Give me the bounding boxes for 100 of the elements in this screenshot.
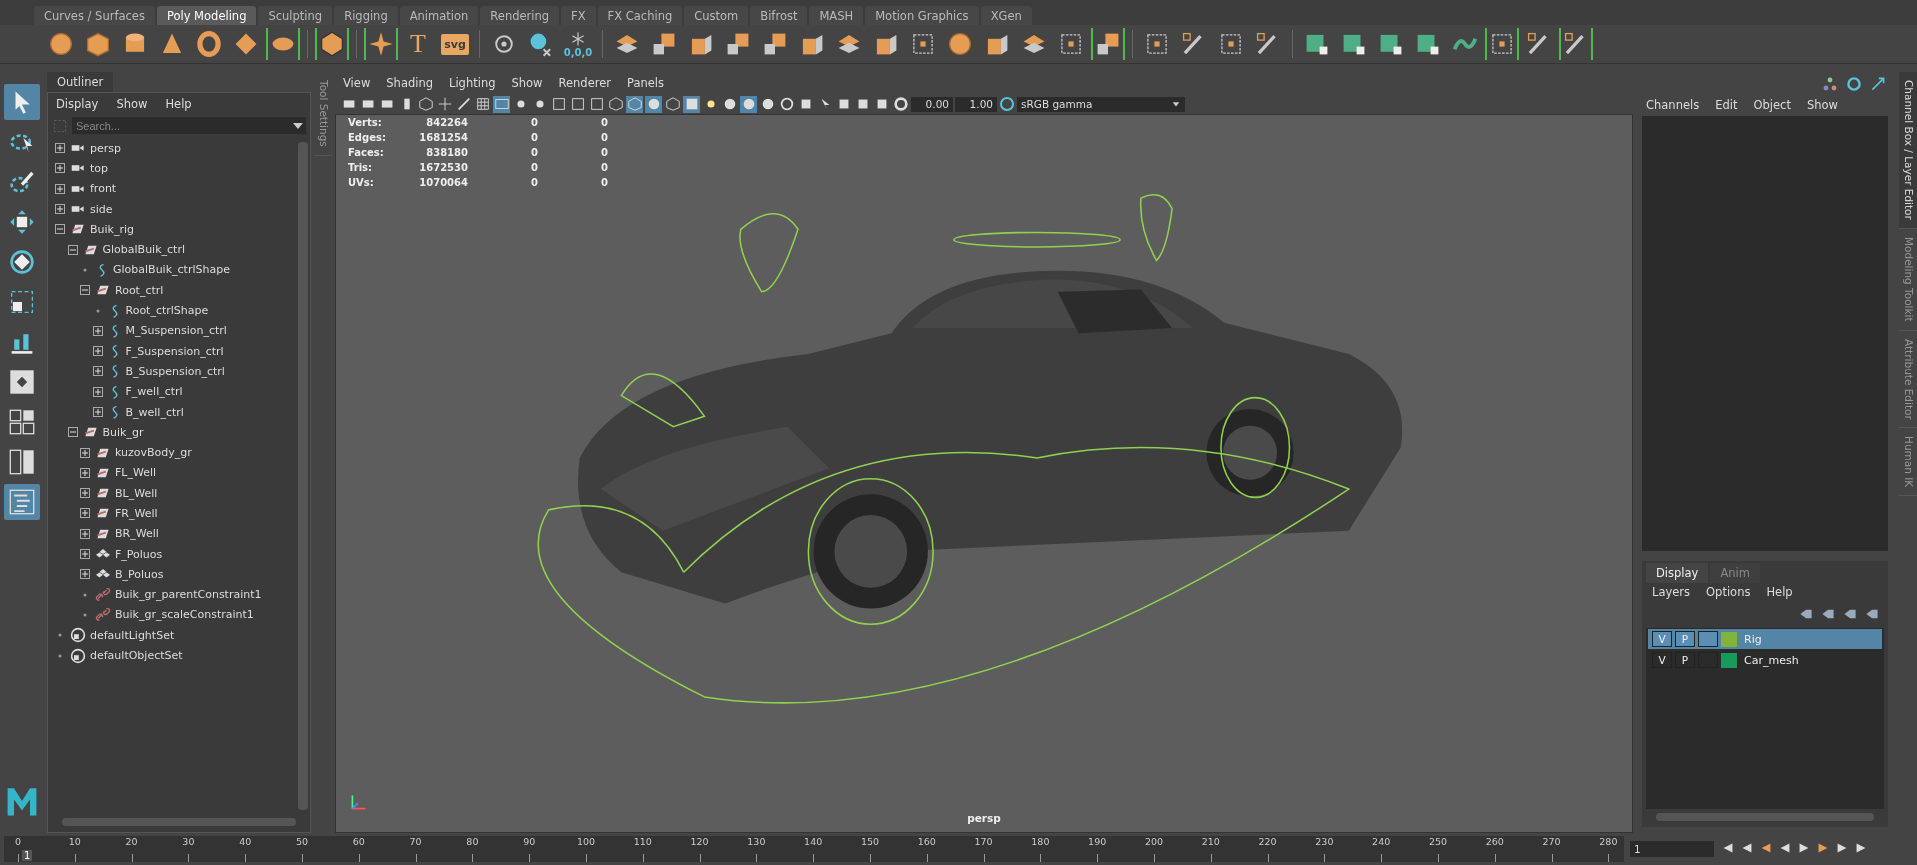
layer-tab[interactable]: Display (1646, 563, 1709, 583)
outliner-tab[interactable]: Outliner (47, 72, 114, 92)
shelf-tab[interactable]: XGen (980, 6, 1032, 25)
exposure-field[interactable]: 0.00 (911, 96, 953, 112)
outliner-item[interactable]: B_Poluos (115, 567, 164, 581)
outliner-item[interactable]: F_well_ctrl (125, 385, 183, 399)
search-field[interactable]: Search... (72, 117, 290, 134)
menu-item[interactable]: Edit (1715, 98, 1738, 112)
shelf-tab[interactable]: MASH (809, 6, 864, 25)
outliner-item[interactable]: Root_ctrl (115, 283, 164, 297)
outliner-item[interactable]: B_well_ctrl (125, 405, 184, 419)
shelf-tab[interactable]: Motion Graphics (865, 6, 979, 25)
outliner-item[interactable]: defaultObjectSet (90, 649, 183, 663)
shelf-tab[interactable]: Sculpting (258, 6, 333, 25)
menu-item[interactable]: Shading (386, 76, 433, 90)
display-type-toggle[interactable] (1698, 631, 1718, 647)
side-tab[interactable]: Channel Box / Layer Editor (1899, 72, 1917, 229)
viewport-tool-button[interactable] (588, 95, 605, 113)
viewport-tool-button[interactable] (474, 95, 491, 113)
expand-icon[interactable] (55, 163, 65, 174)
expand-icon[interactable] (80, 488, 90, 499)
outliner-item[interactable]: BR_Well (115, 527, 159, 541)
outliner-item[interactable]: BL_Well (115, 486, 158, 500)
viewport-tool-button[interactable] (626, 95, 643, 113)
menu-item[interactable]: Options (1706, 585, 1751, 599)
outliner-item[interactable]: F_Suspension_ctrl (125, 344, 224, 358)
outliner-item[interactable]: GlobalBuik_ctrl (102, 243, 185, 257)
menu-item[interactable]: Show (511, 76, 543, 90)
expand-icon[interactable] (55, 204, 65, 215)
menu-item[interactable]: Layers (1652, 585, 1691, 599)
menu-item[interactable]: Channels (1646, 98, 1700, 112)
outliner-item[interactable]: Buik_gr_parentConstraint1 (115, 588, 262, 602)
outliner-item[interactable]: Buik_gr_scaleConstraint1 (115, 608, 254, 622)
outliner-item[interactable]: Root_ctrlShape (125, 304, 209, 317)
expand-icon[interactable] (80, 569, 90, 580)
expand-icon[interactable] (80, 508, 90, 519)
expand-icon[interactable] (92, 366, 103, 377)
playback-toggle[interactable]: P (1675, 652, 1695, 668)
outliner-item[interactable]: front (90, 182, 117, 196)
outliner-item[interactable]: side (90, 202, 113, 216)
viewport-tool-button[interactable] (664, 95, 681, 113)
collapse-icon[interactable] (55, 224, 65, 235)
menu-item[interactable]: Panels (627, 76, 665, 90)
outliner-item[interactable]: Buik_rig (90, 222, 134, 236)
menu-item[interactable]: Help (1766, 585, 1793, 599)
expand-icon[interactable] (92, 407, 103, 417)
menu-item[interactable]: Show (116, 97, 148, 111)
layer-color-swatch[interactable] (1721, 631, 1737, 647)
expand-icon[interactable] (80, 447, 90, 458)
menu-item[interactable]: Renderer (558, 76, 612, 90)
menu-item[interactable]: Help (165, 97, 192, 111)
menu-item[interactable]: Show (1806, 98, 1838, 112)
viewport-tool-button[interactable] (645, 95, 662, 113)
outliner-item[interactable]: FR_Well (115, 507, 158, 520)
outliner-item[interactable]: Buik_gr (102, 425, 144, 439)
scrollbar[interactable] (1656, 813, 1874, 821)
text-tool[interactable]: T (410, 29, 426, 59)
outliner-item[interactable]: GlobalBuik_ctrlShape (113, 263, 230, 277)
viewport-tool-button[interactable] (455, 95, 472, 113)
expand-icon[interactable] (80, 467, 90, 478)
shelf-tab[interactable]: Custom (684, 6, 749, 25)
menu-item[interactable]: Display (56, 97, 99, 111)
outliner-item[interactable]: kuzovBody_gr (115, 446, 192, 460)
shelf-tab[interactable]: Poly Modeling (156, 6, 257, 25)
viewport-tool-button[interactable] (607, 95, 624, 113)
expand-icon[interactable] (55, 143, 65, 154)
layer-row[interactable]: V P Rig (1648, 629, 1882, 649)
menu-item[interactable]: View (343, 76, 371, 90)
shelf-tab[interactable]: FX Caching (597, 6, 683, 25)
viewport-tool-button[interactable] (569, 95, 586, 113)
shelf-tab[interactable]: Rigging (334, 6, 398, 25)
gamma-field[interactable]: 1.00 (955, 96, 997, 112)
menu-item[interactable]: Object (1753, 98, 1791, 112)
expand-icon[interactable] (92, 325, 103, 336)
outliner-item[interactable]: persp (90, 141, 121, 155)
expand-icon[interactable] (92, 346, 103, 357)
expand-icon[interactable] (92, 386, 103, 397)
color-space-dropdown[interactable]: sRGB gamma (1017, 96, 1185, 112)
expand-icon[interactable] (80, 549, 90, 560)
shelf-tab[interactable]: FX (561, 6, 596, 25)
viewport-tool-button[interactable] (778, 95, 795, 113)
outliner-item[interactable]: FL_Well (115, 466, 157, 480)
viewport-tool-button[interactable] (550, 95, 567, 113)
shelf-tab[interactable]: Animation (399, 6, 479, 25)
collapse-icon[interactable] (80, 285, 90, 296)
collapse-icon[interactable] (67, 244, 78, 255)
menu-item[interactable]: Lighting (449, 76, 496, 90)
layer-color-swatch[interactable] (1721, 652, 1737, 668)
outliner-item[interactable]: defaultLightSet (90, 628, 175, 642)
outliner-item[interactable]: B_Suspension_ctrl (125, 364, 225, 378)
shelf-tab[interactable]: Bifrost (750, 6, 808, 25)
current-frame-field[interactable]: 1 (1630, 841, 1714, 857)
svg-tool[interactable]: svg (441, 33, 469, 55)
expand-icon[interactable] (80, 528, 90, 539)
shelf-tab[interactable]: Rendering (480, 6, 560, 25)
outliner-item[interactable]: M_Suspension_ctrl (125, 324, 227, 338)
outliner-item[interactable]: F_Poluos (115, 547, 163, 561)
expand-icon[interactable] (55, 183, 65, 194)
viewport-tool-button[interactable] (417, 95, 434, 113)
outliner-item[interactable]: top (90, 161, 109, 175)
